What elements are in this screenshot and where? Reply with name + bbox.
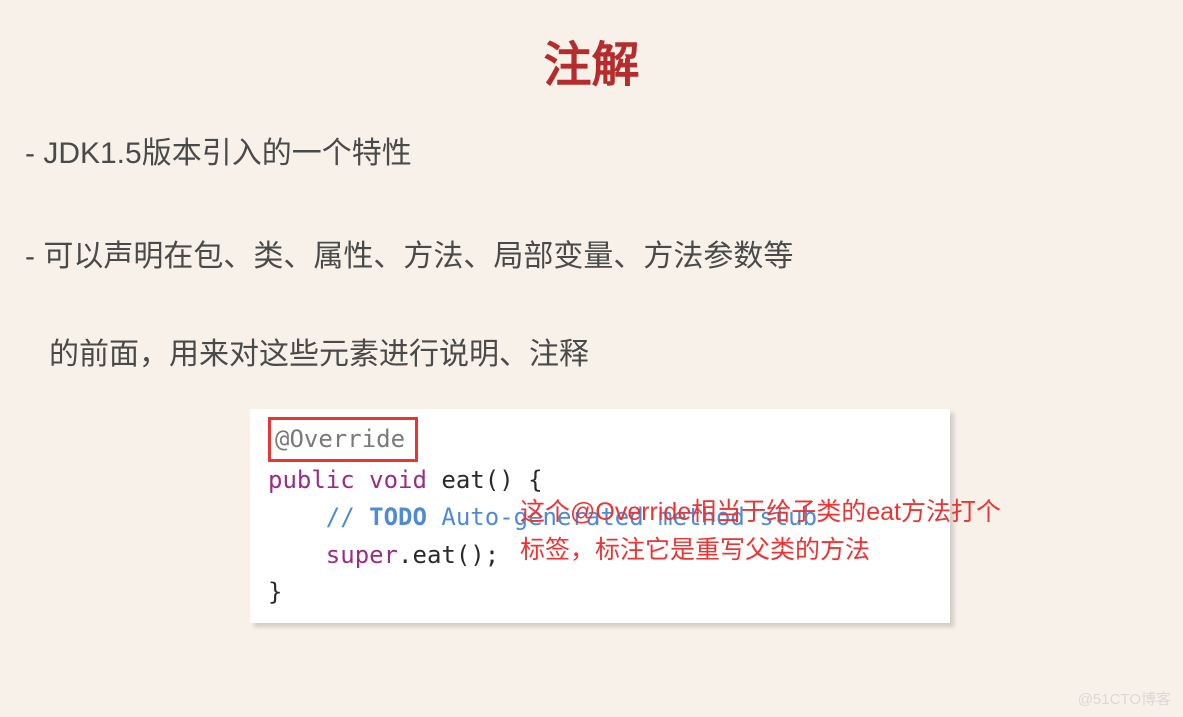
- open-brace: {: [514, 466, 543, 494]
- bullet-item-1: - JDK1.5版本引入的一个特性: [25, 130, 1158, 178]
- close-brace: }: [268, 578, 282, 606]
- bullet-item-2: - 可以声明在包、类、属性、方法、局部变量、方法参数等: [25, 233, 1158, 281]
- annotation-line-2: 标签，标注它是重写父类的方法: [520, 532, 1140, 570]
- annotation-line-1: 这个@Override相当于给子类的eat方法打个: [520, 494, 1140, 532]
- watermark: @51CTO博客: [1078, 688, 1171, 709]
- page-title: 注解: [0, 0, 1183, 130]
- keyword-public: public: [268, 466, 355, 494]
- bullet-item-2-cont: 的前面，用来对这些元素进行说明、注释: [25, 331, 1158, 379]
- override-annotation: @Override: [268, 417, 418, 462]
- comment-todo: TODO: [355, 503, 427, 531]
- method-name: eat: [427, 466, 485, 494]
- keyword-super: super: [326, 541, 398, 569]
- bullet-list: - JDK1.5版本引入的一个特性 - 可以声明在包、类、属性、方法、局部变量、…: [0, 130, 1183, 379]
- red-annotation: 这个@Override相当于给子类的eat方法打个 标签，标注它是重写父类的方法: [520, 494, 1140, 569]
- keyword-void: void: [369, 466, 427, 494]
- code-line-1: @Override: [268, 417, 932, 462]
- parens: (): [485, 466, 514, 494]
- method-call: .eat();: [398, 541, 499, 569]
- comment-slash: //: [326, 503, 355, 531]
- code-line-5: }: [268, 574, 932, 611]
